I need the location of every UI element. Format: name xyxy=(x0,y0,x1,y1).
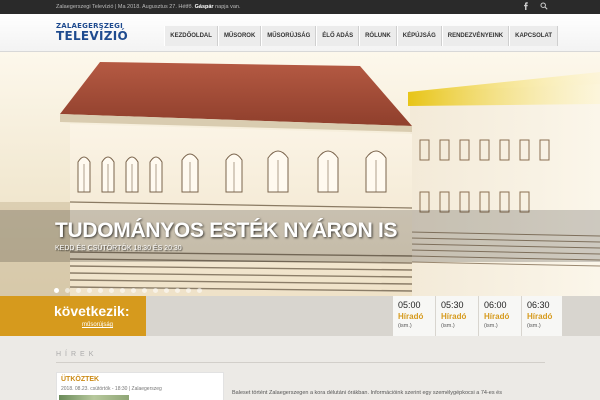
slider-dot[interactable] xyxy=(164,288,169,293)
slot-note: (ism.) xyxy=(484,323,498,329)
slot-show: Híradó xyxy=(441,312,467,321)
hero-slider[interactable]: TUDOMÁNYOS ESTÉK NYÁRON IS KEDD ÉS CSÜTÖ… xyxy=(0,52,600,296)
facebook-icon[interactable] xyxy=(522,2,530,10)
slider-dot[interactable] xyxy=(131,288,136,293)
schedule-scroll-area xyxy=(562,296,600,336)
slot-show: Híradó xyxy=(527,312,553,321)
slider-dot[interactable] xyxy=(120,288,125,293)
schedule-slot[interactable]: 05:30 Híradó (ism.) xyxy=(436,296,478,336)
news-card[interactable]: ÜTKÖZTEK 2018. 08.23. csütörtök - 18:30 … xyxy=(56,372,224,400)
nav-item-musorok[interactable]: MŰSOROK xyxy=(217,26,262,46)
site-header: ZALAEGERSZEGI TELEVÍZIÓ KEZDŐOLDAL MŰSOR… xyxy=(0,14,600,52)
news-section-title: HÍREK xyxy=(56,351,98,358)
slider-dot[interactable] xyxy=(65,288,70,293)
nav-item-rendezvenyeink[interactable]: RENDEZVÉNYEINK xyxy=(441,26,510,46)
news-divider xyxy=(56,362,545,363)
slider-dot[interactable] xyxy=(109,288,114,293)
logo-line-2: TELEVÍZIÓ xyxy=(56,29,129,43)
slider-dot[interactable] xyxy=(142,288,147,293)
nav-item-kapcsolat[interactable]: KAPCSOLAT xyxy=(509,26,558,46)
nav-item-musorujsag[interactable]: MŰSORÚJSÁG xyxy=(261,26,317,46)
hero-title[interactable]: TUDOMÁNYOS ESTÉK NYÁRON IS xyxy=(55,219,398,243)
date-nameday-text: Zalaegerszegi Televízió | Ma 2018. Augus… xyxy=(56,4,241,10)
schedule-slots: 05:00 Híradó (ism.) 05:30 Híradó (ism.) … xyxy=(393,296,564,336)
news-meta: 2018. 08.23. csütörtök - 18:30 | Zalaege… xyxy=(61,386,162,392)
schedule-slot[interactable]: 06:00 Híradó (ism.) xyxy=(479,296,521,336)
slot-time: 05:30 xyxy=(441,300,464,310)
nav-item-rolunk[interactable]: RÓLUNK xyxy=(359,26,397,46)
slot-show: Híradó xyxy=(484,312,510,321)
nameday-suffix: napja van. xyxy=(213,4,241,10)
hero-image xyxy=(0,62,600,296)
next-up-panel: következik: műsorújság xyxy=(0,296,146,336)
slot-time: 05:00 xyxy=(398,300,421,310)
slider-dot[interactable] xyxy=(87,288,92,293)
slider-dot[interactable] xyxy=(186,288,191,293)
slider-dot[interactable] xyxy=(76,288,81,293)
slider-dot[interactable] xyxy=(197,288,202,293)
search-icon[interactable] xyxy=(540,2,548,10)
hero-subtitle: KEDD ÉS CSÜTÖRTÖK 18:30 ÉS 20:30 xyxy=(55,245,182,252)
nav-item-elo-adas[interactable]: ÉLŐ ADÁS xyxy=(316,26,360,46)
nav-item-kepujsag[interactable]: KÉPÚJSÁG xyxy=(396,26,442,46)
slider-dot[interactable] xyxy=(153,288,158,293)
slot-show: Híradó xyxy=(398,312,424,321)
news-thumbnail[interactable] xyxy=(59,395,129,400)
news-excerpt: Baleset történt Zalaegerszegen a kora dé… xyxy=(232,390,502,396)
schedule-slot[interactable]: 06:30 Híradó (ism.) xyxy=(522,296,564,336)
next-up-heading: következik: xyxy=(54,303,130,319)
slot-note: (ism.) xyxy=(398,323,412,329)
main-nav: KEZDŐOLDAL MŰSOROK MŰSORÚJSÁG ÉLŐ ADÁS R… xyxy=(164,26,558,46)
slider-dots xyxy=(54,288,202,293)
schedule-link[interactable]: műsorújság xyxy=(82,322,113,328)
nav-item-kezdooldal[interactable]: KEZDŐOLDAL xyxy=(164,26,218,46)
schedule-slot[interactable]: 05:00 Híradó (ism.) xyxy=(393,296,435,336)
news-headline[interactable]: ÜTKÖZTEK xyxy=(61,376,99,383)
slider-dot[interactable] xyxy=(175,288,180,293)
slot-time: 06:30 xyxy=(527,300,550,310)
schedule-bar: következik: műsorújság 05:00 Híradó (ism… xyxy=(0,296,600,336)
slider-dot[interactable] xyxy=(98,288,103,293)
nameday-name: Gáspár xyxy=(194,4,214,10)
date-text: Zalaegerszegi Televízió | Ma 2018. Augus… xyxy=(56,4,195,10)
top-bar: Zalaegerszegi Televízió | Ma 2018. Augus… xyxy=(0,0,600,14)
slot-note: (ism.) xyxy=(441,323,455,329)
slot-note: (ism.) xyxy=(527,323,541,329)
slot-time: 06:00 xyxy=(484,300,507,310)
slider-dot[interactable] xyxy=(54,288,59,293)
site-logo[interactable]: ZALAEGERSZEGI TELEVÍZIÓ xyxy=(56,22,128,42)
